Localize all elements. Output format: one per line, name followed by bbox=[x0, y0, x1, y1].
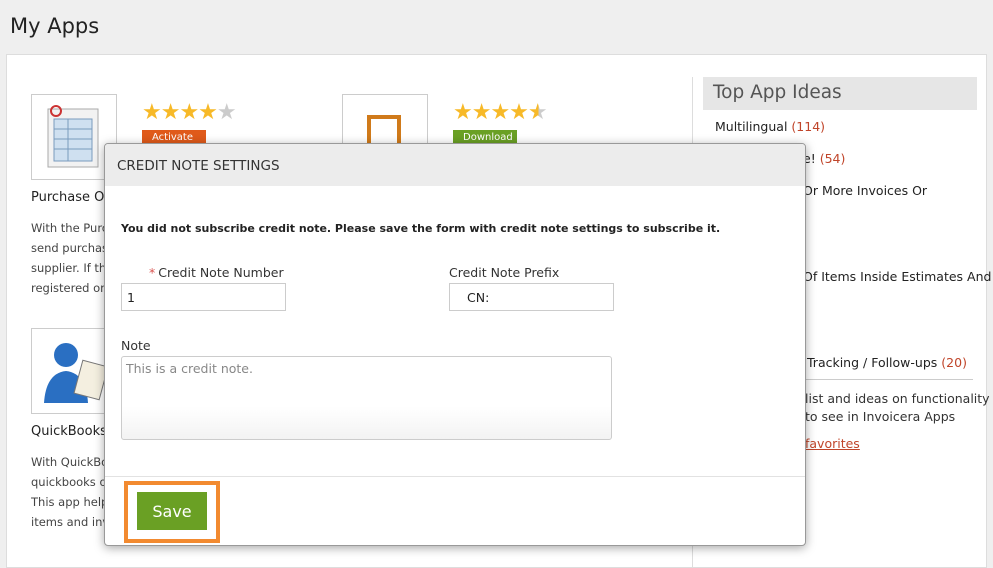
credit-note-prefix-label: Credit Note Prefix bbox=[449, 265, 560, 280]
required-asterisk: * bbox=[149, 265, 156, 280]
credit-note-number-input[interactable] bbox=[121, 283, 286, 311]
sidebar-info-text: list and ideas on functionality to see i… bbox=[805, 391, 990, 424]
note-textarea[interactable] bbox=[121, 356, 612, 440]
app-description-quickbooks: With QuickBo quickbooks o This app help … bbox=[31, 455, 110, 529]
app-name-quickbooks[interactable]: QuickBooks bbox=[31, 424, 107, 439]
modal-footer-divider bbox=[105, 476, 805, 477]
credit-note-number-label: * Credit Note Number bbox=[149, 265, 284, 280]
favorites-link[interactable]: favorites bbox=[805, 436, 860, 451]
app-rating-purchase-order: ★★★★★ bbox=[142, 100, 237, 125]
download-button[interactable]: Download bbox=[453, 130, 517, 144]
app-description-purchase-order: With the Purc send purchas supplier. If … bbox=[31, 221, 109, 295]
modal-title: CREDIT NOTE SETTINGS bbox=[105, 144, 805, 186]
subscription-message: You did not subscribe credit note. Pleas… bbox=[121, 222, 721, 235]
top-app-ideas-header: Top App Ideas bbox=[703, 77, 977, 110]
save-button[interactable]: Save bbox=[137, 492, 207, 530]
idea-item[interactable]: Or More Invoices Or bbox=[803, 183, 927, 198]
idea-item[interactable]: Multilingual (114) bbox=[715, 119, 825, 134]
note-label: Note bbox=[121, 338, 151, 353]
idea-item[interactable]: e! (54) bbox=[803, 151, 845, 166]
activate-button[interactable]: Activate bbox=[142, 130, 206, 144]
credit-note-prefix-input[interactable] bbox=[449, 283, 614, 311]
credit-note-settings-modal: CREDIT NOTE SETTINGS You did not subscri… bbox=[104, 143, 806, 546]
app-name-purchase-order[interactable]: Purchase Or bbox=[31, 190, 110, 205]
idea-item[interactable]: Of Items Inside Estimates And bbox=[803, 269, 991, 284]
app-rating-second-app: ★★★★★ bbox=[453, 100, 548, 125]
idea-item[interactable]: Tracking / Follow-ups (20) bbox=[807, 355, 967, 370]
page-title: My Apps bbox=[10, 14, 100, 38]
